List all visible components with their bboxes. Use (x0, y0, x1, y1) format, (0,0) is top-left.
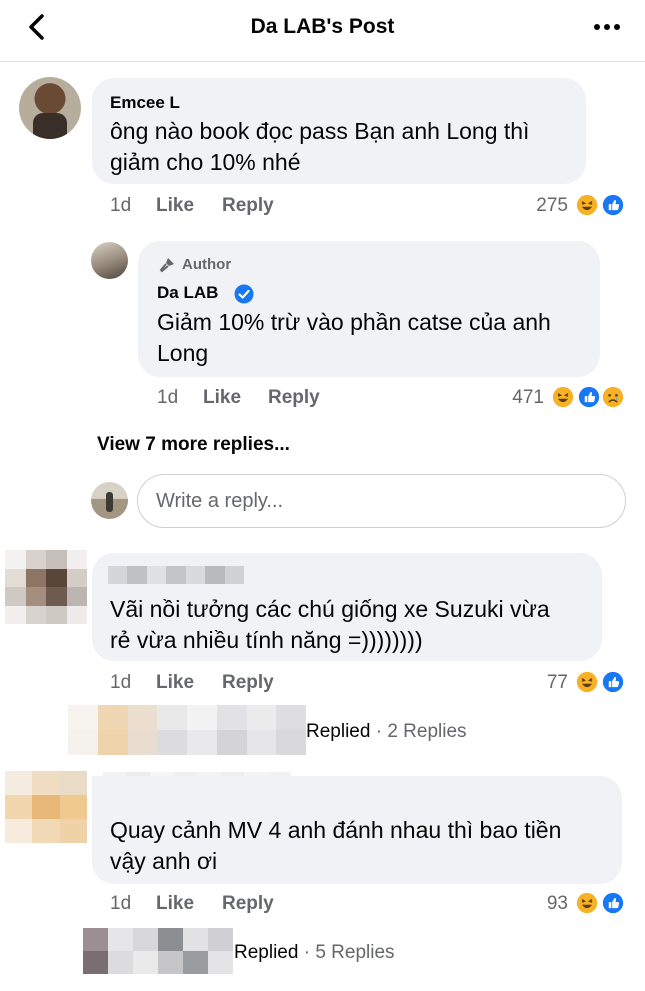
comment-text-line: Giảm 10% trừ vào phần catse của anh (157, 309, 551, 335)
reply-button[interactable]: Reply (222, 672, 274, 694)
haha-reaction-icon (574, 890, 600, 916)
replies-count: 5 Replies (315, 942, 395, 963)
blurred-avatar (5, 771, 87, 843)
comment-text-line: giảm cho 10% nhé (110, 149, 301, 175)
comment-text-line: Quay cảnh MV 4 anh đánh nhau thì bao tiề… (110, 817, 562, 843)
comment-time: 1d (110, 893, 132, 914)
comment-text-line: rẻ vừa nhiều tính năng =)))))))) (110, 627, 423, 653)
reply-input[interactable] (138, 475, 625, 527)
author-badge: Author (182, 256, 232, 273)
haha-reaction-icon (550, 384, 576, 410)
sad-reaction-icon (600, 384, 626, 410)
comment-time: 1d (157, 387, 179, 408)
current-user-avatar (91, 482, 128, 519)
comment-time: 1d (110, 195, 132, 216)
separator-dot: · (303, 942, 311, 963)
like-reaction-icon (576, 384, 602, 410)
commenter-name[interactable]: Da LAB (157, 283, 218, 303)
replied-label: Replied (234, 942, 299, 963)
avatar[interactable] (91, 242, 128, 279)
replied-thread-link[interactable]: Replied · 5 Replies (234, 942, 395, 964)
like-button[interactable]: Like (156, 672, 194, 694)
like-reaction-icon (600, 669, 626, 695)
commenter-name[interactable]: Emcee L (110, 93, 180, 113)
comment-text-line: vậy anh ơi (110, 848, 218, 874)
blurred-replier (68, 705, 306, 755)
reaction-count[interactable]: 77 (530, 672, 568, 694)
reaction-count[interactable]: 93 (530, 893, 568, 915)
blurred-replier (83, 928, 233, 974)
haha-reaction-icon (574, 192, 600, 218)
separator-dot: · (375, 721, 383, 742)
reply-input-box[interactable] (137, 474, 626, 528)
comment-text-line: Long (157, 340, 209, 366)
reply-button[interactable]: Reply (268, 387, 320, 409)
avatar[interactable] (19, 77, 81, 139)
like-button[interactable]: Like (156, 893, 194, 915)
comment-text-line: Vãi nồi tưởng các chú giống xe Suzuki vừ… (110, 596, 550, 622)
reaction-count[interactable]: 471 (494, 387, 544, 409)
like-reaction-icon (600, 192, 626, 218)
replies-count: 2 Replies (387, 721, 467, 742)
comment-text-line: ông nào book đọc pass Bạn anh Long thì (110, 118, 530, 144)
haha-reaction-icon (574, 669, 600, 695)
reaction-count[interactable]: 275 (520, 195, 568, 217)
verified-badge-icon (234, 284, 254, 304)
like-button[interactable]: Like (156, 195, 194, 217)
top-bar: Da LAB's Post (0, 0, 645, 62)
comment-time: 1d (110, 672, 132, 693)
replied-label: Replied (306, 721, 371, 742)
replied-thread-link[interactable]: Replied · 2 Replies (306, 721, 467, 743)
page-title: Da LAB's Post (250, 15, 395, 38)
view-more-replies-link[interactable]: View 7 more replies... (97, 434, 290, 456)
microphone-icon (159, 258, 174, 273)
reply-button[interactable]: Reply (222, 893, 274, 915)
blurred-name (108, 566, 244, 584)
more-options-icon[interactable] (593, 17, 621, 37)
like-reaction-icon (600, 890, 626, 916)
reply-button[interactable]: Reply (222, 195, 274, 217)
blurred-avatar (5, 550, 87, 624)
like-button[interactable]: Like (203, 387, 241, 409)
